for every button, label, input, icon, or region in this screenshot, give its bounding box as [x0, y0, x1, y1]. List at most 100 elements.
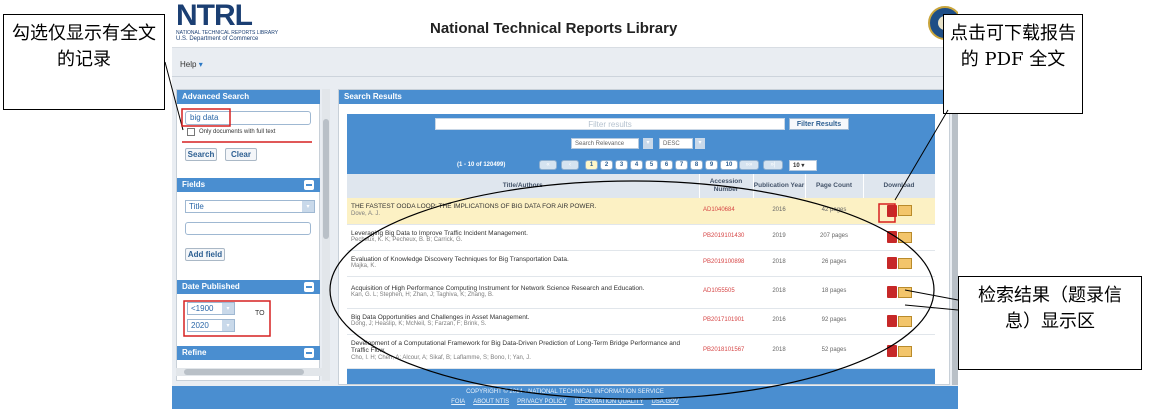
last-page-button[interactable]: »| [763, 160, 783, 170]
xml-download-icon[interactable] [897, 205, 912, 217]
sidebar-hscrollbar[interactable] [176, 368, 328, 376]
accession-number[interactable]: AD1040684 [699, 198, 753, 225]
publication-year: 2018 [753, 334, 805, 369]
xml-download-icon[interactable] [897, 231, 912, 243]
footer-link[interactable]: INFORMATION QUALITY [575, 399, 644, 405]
sidebar-scrollbar[interactable] [322, 89, 330, 381]
pdf-download-icon[interactable] [886, 315, 897, 327]
page-button-8[interactable]: 8 [690, 160, 703, 170]
footer: COPYRIGHT © 2014 - NATIONAL TECHNICAL IN… [172, 386, 958, 409]
add-field-button[interactable]: Add field [185, 248, 225, 261]
page-button-2[interactable]: 2 [600, 160, 613, 170]
download-cell [863, 250, 935, 277]
chevron-down-icon[interactable]: ▾ [643, 138, 653, 149]
xml-download-icon[interactable] [897, 315, 912, 327]
result-title-link[interactable]: Development of a Computational Framework… [351, 340, 695, 355]
collapse-icon[interactable] [304, 348, 314, 358]
col-page-count[interactable]: Page Count [805, 174, 864, 198]
xml-download-icon[interactable] [897, 345, 912, 357]
col-title-authors[interactable]: Title/Authors [347, 174, 700, 198]
filter-input[interactable]: Filter results [435, 118, 785, 130]
date-from-value: <1900 [191, 304, 214, 313]
page-title: National Technical Reports Library [430, 20, 678, 37]
clear-button[interactable]: Clear [225, 148, 257, 161]
date-to-select[interactable]: 2020 ▾ [187, 319, 235, 332]
page-button-1[interactable]: 1 [585, 160, 598, 170]
logo-line2: U.S. Department of Commerce [176, 36, 259, 42]
scrollbar-thumb[interactable] [323, 119, 329, 239]
filter-results-button[interactable]: Filter Results [789, 118, 849, 130]
title-cell: Acquisition of High Performance Computin… [347, 276, 699, 309]
page-button-7[interactable]: 7 [675, 160, 688, 170]
result-authors: Dong, J; Heaslip, K; McNeil, S; Farzan, … [351, 321, 487, 327]
page-button-6[interactable]: 6 [660, 160, 673, 170]
header: NTRL NATIONAL TECHNICAL REPORTS LIBRARY … [172, 0, 958, 48]
pdf-download-icon[interactable] [886, 257, 897, 269]
result-count: (1 - 10 of 120499) [457, 162, 506, 168]
scrollbar-thumb[interactable] [184, 369, 304, 375]
table-row[interactable]: Evaluation of Knowledge Discovery Techni… [347, 250, 935, 277]
table-row[interactable]: Development of a Computational Framework… [347, 334, 935, 369]
accession-number[interactable]: PB2017101901 [699, 308, 753, 335]
per-page-select[interactable]: 10 ▾ [789, 160, 817, 171]
field-select[interactable]: Title ▾ [185, 200, 315, 213]
col-accession[interactable]: Accession Number [699, 174, 754, 198]
xml-download-icon[interactable] [897, 286, 912, 298]
page-button-4[interactable]: 4 [630, 160, 643, 170]
fulltext-checkbox[interactable] [187, 128, 195, 136]
pdf-download-icon[interactable] [886, 345, 897, 357]
next-page-button[interactable]: »» [739, 160, 759, 170]
result-title-link[interactable]: Leveraging Big Data to Improve Traffic I… [351, 230, 695, 238]
accession-number[interactable]: PB2018101567 [699, 334, 753, 369]
footer-link[interactable]: PRIVACY POLICY [517, 399, 566, 405]
xml-download-icon[interactable] [897, 257, 912, 269]
footer-link[interactable]: ABOUT NTIS [473, 399, 509, 405]
pdf-download-icon[interactable] [886, 231, 897, 243]
result-title-link[interactable]: THE FASTEST OODA LOOP: THE IMPLICATIONS … [351, 203, 695, 211]
order-select[interactable]: DESC [659, 138, 693, 149]
download-cell [863, 276, 935, 309]
table-row[interactable]: THE FASTEST OODA LOOP: THE IMPLICATIONS … [347, 198, 935, 225]
accession-number[interactable]: PB2019100898 [699, 250, 753, 277]
table-row[interactable]: Acquisition of High Performance Computin… [347, 276, 935, 309]
chevron-down-icon[interactable]: ▾ [695, 138, 705, 149]
page-count: 26 pages [805, 250, 863, 277]
accession-number[interactable]: AD1055505 [699, 276, 753, 309]
field-value-input[interactable] [185, 222, 311, 235]
page-button-10[interactable]: 10 [720, 160, 738, 170]
footer-links: FOIA ABOUT NTIS PRIVACY POLICY INFORMATION … [172, 398, 958, 406]
accession-number[interactable]: PB2019101430 [699, 224, 753, 251]
ntrl-logo[interactable]: NTRL NATIONAL TECHNICAL REPORTS LIBRARY … [176, 1, 296, 44]
fields-header: Fields [177, 178, 320, 192]
col-year[interactable]: Publication Year [753, 174, 806, 198]
result-authors: Kan, G. L; Stephen, H; Zhan, J; Taghiva,… [351, 292, 494, 298]
download-cell [863, 308, 935, 335]
title-cell: Leveraging Big Data to Improve Traffic I… [347, 224, 699, 251]
first-page-button[interactable]: « [539, 160, 557, 170]
pdf-download-icon[interactable] [886, 204, 897, 217]
footer-link[interactable]: USA.GOV [651, 399, 678, 405]
collapse-icon[interactable] [304, 282, 314, 292]
search-results-header: Search Results [339, 90, 949, 104]
search-results-panel: Search Results Filter results Filter Res… [338, 89, 950, 385]
advanced-search-panel: Advanced Search big data Only documents … [176, 89, 320, 381]
help-menu[interactable]: Help ▾ [180, 60, 203, 70]
search-input[interactable]: big data [185, 111, 311, 125]
page-button-3[interactable]: 3 [615, 160, 628, 170]
page-button-9[interactable]: 9 [705, 160, 718, 170]
table-row[interactable]: Leveraging Big Data to Improve Traffic I… [347, 224, 935, 251]
collapse-icon[interactable] [304, 180, 314, 190]
pdf-download-icon[interactable] [886, 286, 897, 298]
annotation-results-area: 检索结果（题录信息）显示区 [958, 276, 1142, 370]
result-title-link[interactable]: Acquisition of High Performance Computin… [351, 285, 695, 293]
date-from-select[interactable]: <1900 ▾ [187, 302, 235, 315]
table-row[interactable]: Big Data Opportunities and Challenges in… [347, 308, 935, 335]
publication-year: 2018 [753, 250, 805, 277]
result-title-link[interactable]: Evaluation of Knowledge Discovery Techni… [351, 256, 695, 264]
search-button[interactable]: Search [185, 148, 217, 161]
footer-link[interactable]: FOIA [451, 399, 465, 405]
page-button-5[interactable]: 5 [645, 160, 658, 170]
result-title-link[interactable]: Big Data Opportunities and Challenges in… [351, 314, 695, 322]
sort-select[interactable]: Search Relevance [571, 138, 639, 149]
prev-page-button[interactable]: ‹ [561, 160, 579, 170]
